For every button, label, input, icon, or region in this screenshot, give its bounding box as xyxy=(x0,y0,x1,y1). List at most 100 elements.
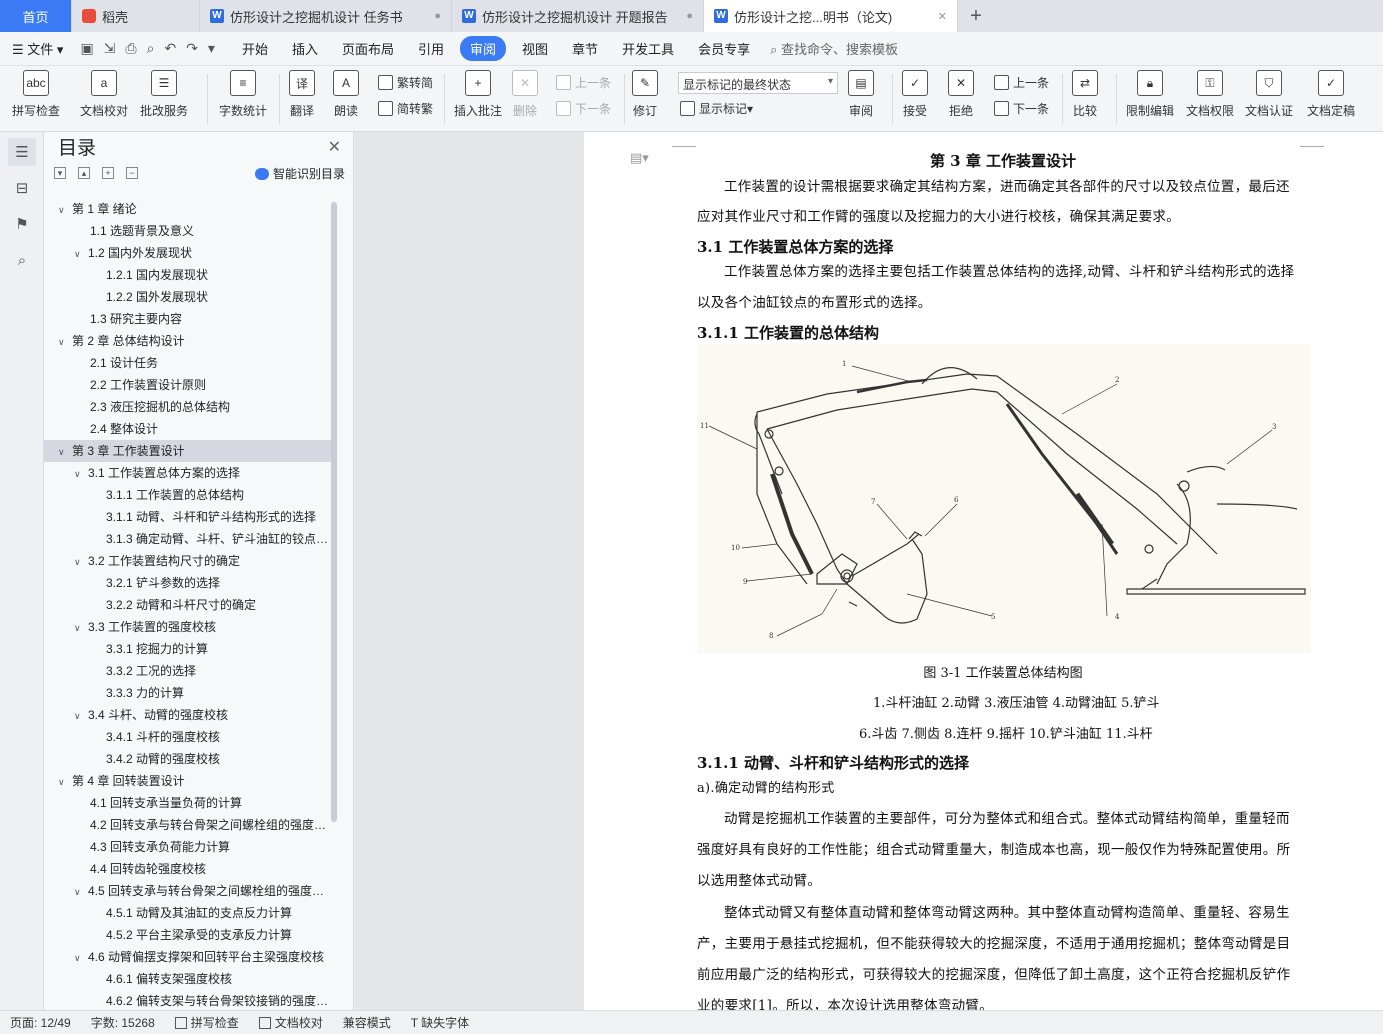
toc-item[interactable]: ∨ 3.1 工作装置总体方案的选择 xyxy=(44,462,336,484)
toc-item[interactable]: 3.3.1 挖掘力的计算 xyxy=(44,638,336,660)
translate-button[interactable]: 译翻译 xyxy=(289,70,315,119)
tab-close-icon[interactable]: ● xyxy=(434,10,441,22)
next-comment-button[interactable]: 下一条 xyxy=(556,100,611,117)
compare-button[interactable]: ⇄ 比较 xyxy=(1072,70,1098,119)
chevron-down-icon[interactable]: ∨ xyxy=(74,947,88,968)
chevron-down-icon[interactable]: ∨ xyxy=(58,331,72,352)
toc-item[interactable]: 1.1 选题背景及意义 xyxy=(44,220,336,242)
toc-item[interactable]: 3.1.1 动臂、斗杆和铲斗结构形式的选择 xyxy=(44,506,336,528)
tab-docer[interactable]: 稻壳 xyxy=(72,0,200,32)
doc-permission-button[interactable]: ⚿ 文档权限 xyxy=(1186,70,1234,119)
toc-item[interactable]: 3.2.2 动臂和斗杆尺寸的确定 xyxy=(44,594,336,616)
menu-layout[interactable]: 页面布局 xyxy=(330,39,406,58)
chevron-down-icon[interactable]: ∨ xyxy=(74,617,88,638)
redo-icon[interactable]: ↷ xyxy=(181,40,203,57)
accept-button[interactable]: ✓ 接受 xyxy=(902,70,928,119)
collapse-all-icon[interactable]: ▾ xyxy=(54,167,66,179)
menu-devtools[interactable]: 开发工具 xyxy=(610,39,686,58)
toc-item[interactable]: ∨ 4.6 动臂偏摆支撑架和回转平台主梁强度校核 xyxy=(44,946,336,968)
expand-all-icon[interactable]: ▴ xyxy=(78,167,90,179)
toc-item[interactable]: ∨ 3.4 斗杆、动臂的强度校核 xyxy=(44,704,336,726)
toc-item[interactable]: 2.4 整体设计 xyxy=(44,418,336,440)
word-count[interactable]: 字数: 15268 xyxy=(91,1014,155,1031)
menu-reference[interactable]: 引用 xyxy=(406,39,456,58)
tab-doc-2[interactable]: W 仿形设计之挖掘机设计 开题报告 ● xyxy=(452,0,704,32)
toc-item[interactable]: 2.3 液压挖掘机的总体结构 xyxy=(44,396,336,418)
doc-check-toggle[interactable]: 文档校对 xyxy=(258,1014,323,1031)
chevron-down-icon[interactable]: ∨ xyxy=(74,551,88,572)
export-icon[interactable]: ⇲ xyxy=(99,40,121,57)
toc-item[interactable]: 3.1.3 确定动臂、斗杆、铲斗油缸的铰点位置 xyxy=(44,528,336,550)
toc-item[interactable]: 3.3.3 力的计算 xyxy=(44,682,336,704)
spell-check-button[interactable]: abc 拼写检查 xyxy=(12,70,60,119)
toc-item[interactable]: 3.2.1 铲斗参数的选择 xyxy=(44,572,336,594)
new-tab-button[interactable]: + xyxy=(958,0,994,32)
toc-item[interactable]: 1.2.2 国外发展现状 xyxy=(44,286,336,308)
batch-service-button[interactable]: ☰ 批改服务 xyxy=(140,70,188,119)
toc-item[interactable]: ∨ 第 1 章 绪论 xyxy=(44,198,336,220)
tab-doc-3[interactable]: W 仿形设计之挖...明书（论文) ✕ xyxy=(704,0,958,32)
chevron-down-icon[interactable]: ∨ xyxy=(74,463,88,484)
outline-icon[interactable]: ⊟ xyxy=(8,174,36,202)
simp-to-trad-button[interactable]: 简转繁 xyxy=(378,100,433,117)
menu-member[interactable]: 会员专享 xyxy=(686,39,762,58)
toc-item[interactable]: 2.2 工作装置设计原则 xyxy=(44,374,336,396)
toc-item[interactable]: 2.1 设计任务 xyxy=(44,352,336,374)
toc-item[interactable]: 1.3 研究主要内容 xyxy=(44,308,336,330)
toc-item[interactable]: 4.5.1 动臂及其油缸的支点反力计算 xyxy=(44,902,336,924)
toc-scrollbar[interactable] xyxy=(331,202,337,822)
spell-check-toggle[interactable]: 拼写检查 xyxy=(174,1014,239,1031)
toc-item[interactable]: 3.3.2 工况的选择 xyxy=(44,660,336,682)
reject-button[interactable]: ✕ 拒绝 xyxy=(948,70,974,119)
chevron-down-icon[interactable]: ∨ xyxy=(58,199,72,220)
toc-item[interactable]: 4.3 回转支承负荷能力计算 xyxy=(44,836,336,858)
preview-icon[interactable]: ⌕ xyxy=(142,40,160,57)
command-search[interactable]: ⌕ 查找命令、搜索模板 xyxy=(770,39,898,58)
toc-item[interactable]: 1.2.1 国内发展现状 xyxy=(44,264,336,286)
toc-icon[interactable]: ☰ xyxy=(8,138,36,166)
tab-doc-1[interactable]: W 仿形设计之挖掘机设计 任务书 ● xyxy=(200,0,452,32)
toc-item[interactable]: ∨ 第 4 章 回转装置设计 xyxy=(44,770,336,792)
show-markup-button[interactable]: 显示标记 ▾ xyxy=(680,100,753,117)
toc-item[interactable]: 4.6.1 偏转支架强度校核 xyxy=(44,968,336,990)
chevron-down-icon[interactable]: ∨ xyxy=(74,705,88,726)
toc-item[interactable]: 4.2 回转支承与转台骨架之间螺栓组的强度校核 xyxy=(44,814,336,836)
doc-auth-button[interactable]: ⛉ 文档认证 xyxy=(1245,70,1293,119)
more-icon[interactable]: ▾ xyxy=(203,40,220,57)
remove-level-icon[interactable]: − xyxy=(126,167,138,179)
toc-item[interactable]: ∨ 第 2 章 总体结构设计 xyxy=(44,330,336,352)
menu-start[interactable]: 开始 xyxy=(230,39,280,58)
review-pane-button[interactable]: ▤ 审阅 xyxy=(848,70,874,119)
delete-comment-button[interactable]: ✕ 删除 xyxy=(512,70,538,119)
tab-close-icon[interactable]: ● xyxy=(686,10,693,22)
search-icon[interactable]: ⌕ xyxy=(8,246,36,274)
print-icon[interactable]: ⎙ xyxy=(120,40,141,57)
bookmark-icon[interactable]: ⚑ xyxy=(8,210,36,238)
menu-view[interactable]: 视图 xyxy=(510,39,560,58)
paragraph-menu-icon[interactable]: ▤▾ xyxy=(630,150,649,166)
next-change-button[interactable]: 下一条 xyxy=(994,100,1049,117)
toc-item[interactable]: 3.1.1 工作装置的总体结构 xyxy=(44,484,336,506)
doc-check-button[interactable]: a 文档校对 xyxy=(80,70,128,119)
prev-change-button[interactable]: 上一条 xyxy=(994,74,1049,91)
missing-font[interactable]: T 缺失字体 xyxy=(411,1014,469,1031)
toc-item[interactable]: ∨ 3.2 工作装置结构尺寸的确定 xyxy=(44,550,336,572)
add-level-icon[interactable]: + xyxy=(102,167,114,179)
toc-item[interactable]: ∨ 4.5 回转支承与转台骨架之间螺栓组的强度校核 xyxy=(44,880,336,902)
read-aloud-button[interactable]: A 朗读 xyxy=(333,70,359,119)
toc-item[interactable]: 3.4.2 动臂的强度校核 xyxy=(44,748,336,770)
undo-icon[interactable]: ↶ xyxy=(159,40,181,57)
chevron-down-icon[interactable]: ∨ xyxy=(58,771,72,792)
smart-toc-button[interactable]: 智能识别目录 xyxy=(254,165,345,182)
toc-item[interactable]: 4.1 回转支承当量负荷的计算 xyxy=(44,792,336,814)
chevron-down-icon[interactable]: ∨ xyxy=(74,881,88,902)
close-icon[interactable]: ✕ xyxy=(328,137,341,157)
menu-insert[interactable]: 插入 xyxy=(280,39,330,58)
menu-review[interactable]: 审阅 xyxy=(460,36,507,61)
word-count-button[interactable]: ≡ 字数统计 xyxy=(219,70,267,119)
chevron-down-icon[interactable]: ∨ xyxy=(74,243,88,264)
toc-item[interactable]: ∨ 1.2 国内外发展现状 xyxy=(44,242,336,264)
toc-item[interactable]: ∨ 3.3 工作装置的强度校核 xyxy=(44,616,336,638)
tab-home[interactable]: 首页 xyxy=(0,0,72,32)
insert-comment-button[interactable]: + 插入批注 xyxy=(454,70,502,119)
